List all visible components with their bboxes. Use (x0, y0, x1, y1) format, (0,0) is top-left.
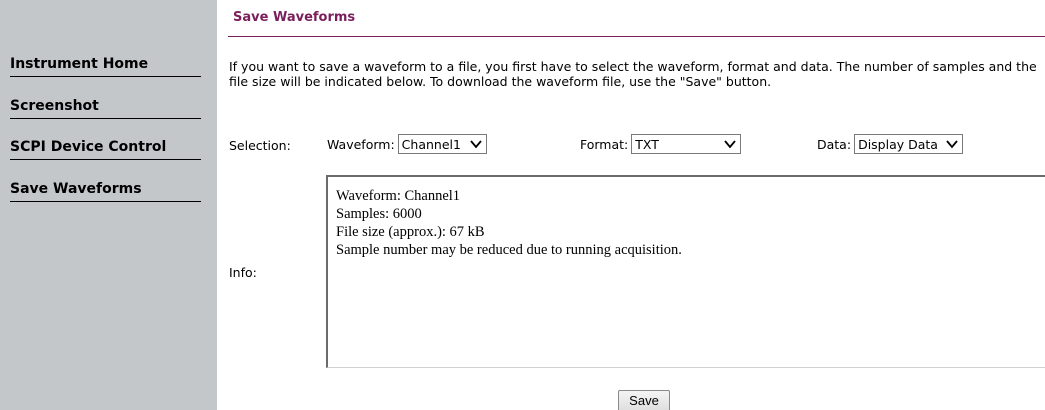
waveform-select-value: Channel1 (401, 136, 461, 152)
title-divider (228, 36, 1045, 37)
data-label: Data: (817, 136, 852, 152)
info-label: Info: (229, 265, 257, 280)
page-description: If you want to save a waveform to a file… (229, 59, 1037, 89)
data-select-value: Display Data (858, 136, 938, 152)
selection-label: Selection: (229, 138, 291, 153)
info-line-samples: Samples: 6000 (336, 206, 422, 222)
format-field: Format: TXT (580, 134, 742, 154)
info-line-waveform: Waveform: Channel1 (336, 188, 461, 204)
sidebar-item-scpi-device-control[interactable]: SCPI Device Control (10, 139, 201, 160)
format-select-value: TXT (635, 136, 659, 152)
sidebar-item-screenshot[interactable]: Screenshot (10, 98, 201, 119)
info-textarea[interactable]: Waveform: Channel1 Samples: 6000 File si… (326, 175, 1045, 368)
waveform-label: Waveform: (327, 136, 395, 152)
waveform-select[interactable]: Channel1 (397, 134, 487, 154)
save-button[interactable]: Save (618, 390, 670, 410)
data-field: Data: Display Data (817, 134, 964, 154)
info-line-file-size: File size (approx.): 67 kB (336, 224, 485, 240)
waveform-field: Waveform: Channel1 (327, 134, 487, 154)
info-line-note: Sample number may be reduced due to runn… (336, 242, 682, 258)
sidebar-item-instrument-home[interactable]: Instrument Home (10, 56, 201, 77)
chevron-down-icon (469, 140, 482, 149)
data-select[interactable]: Display Data (854, 134, 964, 154)
format-label: Format: (580, 136, 629, 152)
chevron-down-icon (946, 140, 958, 149)
sidebar: Instrument Home Screenshot SCPI Device C… (0, 0, 217, 410)
format-select[interactable]: TXT (631, 134, 742, 154)
chevron-down-icon (724, 140, 736, 149)
page-title: Save Waveforms (233, 10, 356, 25)
sidebar-item-save-waveforms[interactable]: Save Waveforms (10, 181, 201, 202)
